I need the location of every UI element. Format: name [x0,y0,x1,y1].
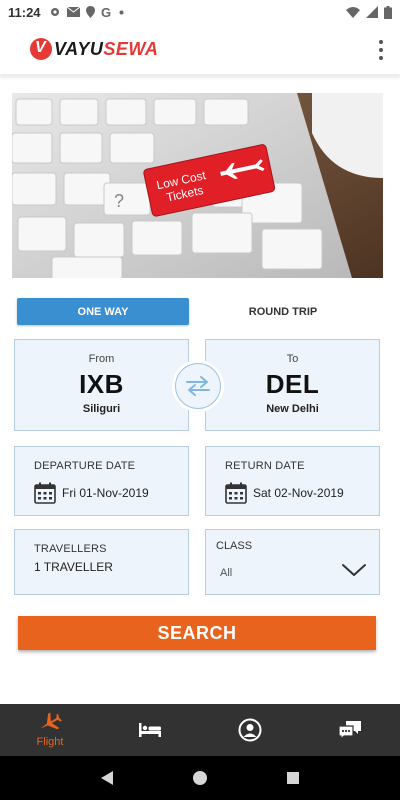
overflow-menu-icon[interactable] [378,40,384,60]
signal-icon [366,6,378,18]
logo-mark-icon [30,38,52,60]
class-label: CLASS [216,540,253,552]
class-select[interactable]: CLASS All [205,529,380,595]
departure-date-label: DEPARTURE DATE [34,460,136,472]
svg-text:G: G [101,6,111,18]
to-airport-field[interactable]: To DEL New Delhi [205,339,380,431]
departure-date-field[interactable]: DEPARTURE DATE Fri 01-Nov-2019 [14,446,189,516]
nav-item-account[interactable] [200,704,300,756]
status-bar: 11:24 G [0,0,400,24]
status-system-icons [346,5,392,19]
hotel-bed-icon [139,723,161,737]
mail-icon [66,7,80,17]
return-date-label: RETURN DATE [225,460,305,472]
one-way-tab[interactable]: ONE WAY [17,298,189,325]
nav-item-chat[interactable] [300,704,400,756]
return-date-field[interactable]: RETURN DATE Sat 02-Nov-2019 [205,446,380,516]
logo-text-sewa: SEWA [103,38,159,59]
from-airport-code: IXB [79,369,124,399]
travellers-field[interactable]: TRAVELLERS 1 TRAVELLER [14,529,189,595]
from-label: From [88,353,115,365]
location-icon [85,6,95,18]
account-icon [238,718,262,742]
settings-icon [50,8,59,16]
back-triangle-icon [100,771,113,785]
calendar-icon [225,482,247,504]
app-screen: 11:24 G VAYU SEWA [0,0,400,800]
nav-item-hotel[interactable] [100,704,200,756]
from-city-name: Siliguri [82,403,121,415]
to-label: To [286,353,299,365]
calendar-icon [34,482,56,504]
app-logo: VAYU SEWA [30,38,158,60]
battery-icon [384,5,392,19]
home-button[interactable] [185,763,215,793]
round-trip-tab[interactable]: ROUND TRIP [205,298,361,325]
nav-item-flight[interactable]: Flight [0,704,100,756]
bottom-navigation: Flight [0,704,400,756]
return-date-value: Sat 02-Nov-2019 [253,486,344,500]
promo-banner: ? Low Cost Tickets [12,93,383,278]
dot-icon [119,10,124,14]
from-airport-field[interactable]: From IXB Siliguri [14,339,189,431]
nav-label-flight: Flight [36,736,64,748]
travellers-value: 1 TRAVELLER [34,560,113,574]
logo-text-vayu: VAYU [54,38,104,59]
airplane-icon [40,712,62,730]
search-button[interactable]: SEARCH [18,616,376,650]
chat-icon [338,721,361,741]
to-city-name: New Delhi [266,403,319,415]
banner-keyboard-image: ? Low Cost Tickets [12,93,383,278]
status-notification-icons: G [49,6,124,18]
chevron-down-icon [342,564,366,576]
swap-airports-button[interactable] [175,363,221,409]
status-time: 11:24 [8,4,41,20]
wifi-icon [346,6,360,18]
system-navigation-bar [0,756,400,800]
home-circle-icon [192,771,207,785]
app-bar: VAYU SEWA [0,24,400,76]
back-button[interactable] [92,763,122,793]
recents-button[interactable] [278,763,308,793]
swap-arrows-icon [186,376,210,396]
travellers-label: TRAVELLERS [34,543,107,555]
banner-key-question: ? [114,191,124,211]
class-value: All [220,567,233,579]
to-airport-code: DEL [265,369,320,399]
departure-date-value: Fri 01-Nov-2019 [62,486,149,500]
recents-square-icon [287,772,300,784]
google-icon: G [101,6,111,18]
